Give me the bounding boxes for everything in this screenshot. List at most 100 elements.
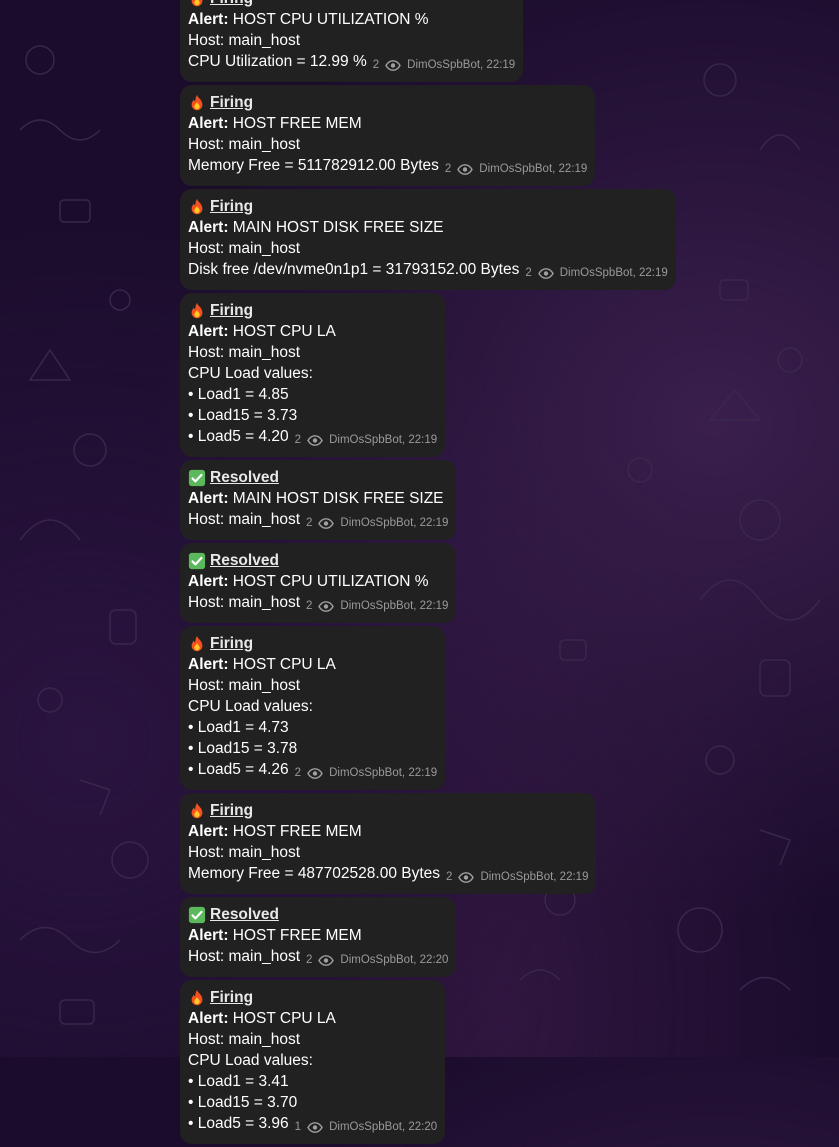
alert-line: Alert: HOST CPU UTILIZATION % [188, 571, 448, 592]
message-line-text: Host: main_host [188, 948, 300, 965]
alert-label: Alert: [188, 573, 229, 590]
status-line: Firing [188, 987, 437, 1008]
view-count: 2 [446, 871, 453, 883]
message-line: Host: main_host [188, 842, 588, 863]
eye-icon [458, 872, 475, 883]
message-bubble[interactable]: Firing Alert: HOST FREE MEM Host: main_hos… [180, 793, 597, 894]
author-time: DimOsSpbBot, 22:20 [329, 1121, 438, 1133]
message-line-text: • Load1 = 4.73 [188, 719, 289, 736]
message-line-text: • Load1 = 3.41 [188, 1073, 289, 1090]
alert-name: HOST CPU LA [232, 1010, 336, 1027]
alert-label: Alert: [188, 1010, 229, 1027]
alert-line: Alert: HOST CPU LA [188, 654, 437, 675]
message-bubble[interactable]: Firing Alert: HOST FREE MEM Host: main_hos… [180, 85, 596, 186]
message-line: Host: main_host [188, 342, 437, 363]
message-feed[interactable]: FiringAlert: HOST CPU UTILIZATION %Host:… [180, 0, 700, 1147]
eye-icon [318, 518, 335, 529]
message-line-text: • Load15 = 3.70 [188, 1094, 298, 1111]
check-mark-icon [188, 469, 206, 487]
message-bubble[interactable]: Firing Alert: HOST CPU LA Host: main_host C… [180, 980, 446, 1144]
status-line: Firing [188, 196, 668, 217]
status-label: Firing [210, 198, 254, 215]
alert-label: Alert: [188, 490, 229, 507]
message-line: • Load15 = 3.70 [188, 1092, 437, 1113]
message-meta: 2 DimOsSpbBot, 22:20 [306, 950, 448, 971]
alert-line: Alert: HOST FREE MEM [188, 821, 588, 842]
alert-line: Alert: HOST CPU UTILIZATION % [188, 9, 515, 30]
eye-icon [307, 768, 323, 779]
message-line: • Load15 = 3.73 [188, 405, 437, 426]
alert-line: Alert: HOST FREE MEM [188, 925, 448, 946]
message-line: Disk free /dev/nvme0n1p1 = 31793152.00 B… [188, 259, 668, 284]
message-line-text: CPU Load values: [188, 698, 313, 715]
message-line: Host: main_host [188, 134, 587, 155]
status-line: Firing [188, 92, 587, 113]
fire-icon [188, 635, 206, 653]
check-mark-icon [188, 552, 206, 570]
message-bubble[interactable]: FiringAlert: HOST CPU UTILIZATION % Host:… [180, 0, 524, 82]
message-line-text: • Load5 = 4.20 [188, 428, 289, 445]
status-label: Firing [210, 635, 254, 652]
message-line: CPU Utilization = 12.99 % 2 DimOsSpbBot, 2… [188, 51, 515, 76]
alert-label: Alert: [188, 219, 229, 236]
view-count: 2 [306, 954, 313, 966]
message-line-text: Host: main_host [188, 344, 300, 361]
message-meta: 1 DimOsSpbBot, 22:20 [295, 1117, 437, 1138]
eye-icon [307, 1122, 323, 1133]
message-bubble[interactable]: Firing Alert: HOST CPU LA Host: main_host C… [180, 293, 446, 457]
message-line: Memory Free = 487702528.00 Bytes 2 DimOsSp… [188, 863, 588, 888]
eye-icon [307, 435, 323, 446]
author-time: DimOsSpbBot, 22:19 [559, 267, 668, 279]
status-line: Firing [188, 300, 437, 321]
fire-icon [188, 0, 206, 8]
message-line: • Load5 = 4.20 2 DimOsSpbBot, 22:19 [188, 426, 437, 451]
message-bubble[interactable]: Firing Alert: HOST CPU LA Host: main_host C… [180, 626, 446, 790]
status-label: Firing [210, 0, 253, 9]
alert-label: Alert: [188, 927, 229, 944]
status-line: Resolved [188, 904, 448, 925]
view-count: 2 [306, 517, 313, 529]
message-line-text: • Load5 = 4.26 [188, 761, 289, 778]
author-time: DimOsSpbBot, 22:19 [480, 871, 589, 883]
message-line: CPU Load values: [188, 363, 437, 384]
message-line-text: • Load1 = 4.85 [188, 386, 289, 403]
view-count: 2 [306, 600, 313, 612]
message-line: Host: main_host 2 DimOsSpbBot, 22:20 [188, 946, 448, 971]
check-mark-icon [188, 906, 206, 924]
status-line: Firing [188, 633, 437, 654]
message-meta: 2 DimOsSpbBot, 22:19 [295, 430, 437, 451]
status-line: Resolved [188, 467, 448, 488]
message-meta: 2 DimOsSpbBot, 22:19 [446, 867, 588, 888]
message-line-text: • Load5 = 3.96 [188, 1115, 289, 1132]
author-time: DimOsSpbBot, 22:19 [479, 163, 588, 175]
view-count: 2 [294, 767, 302, 779]
alert-line: Alert: MAIN HOST DISK FREE SIZE [188, 217, 668, 238]
message-line: CPU Load values: [188, 696, 437, 717]
message-meta: 2 DimOsSpbBot, 22:19 [445, 159, 587, 180]
author-time: DimOsSpbBot, 22:19 [340, 600, 449, 612]
message-meta: 2 DimOsSpbBot, 22:19 [306, 596, 448, 617]
alert-name: MAIN HOST DISK FREE SIZE [232, 219, 444, 236]
message-line-text: Host: main_host [188, 677, 300, 694]
view-count: 2 [525, 267, 532, 279]
message-bubble[interactable]: Firing Alert: MAIN HOST DISK FREE SIZE Hos… [180, 189, 676, 290]
message-line: Host: main_host [188, 675, 437, 696]
message-line-text: Host: main_host [188, 32, 300, 49]
message-meta: 2 DimOsSpbBot, 22:19 [525, 263, 667, 284]
message-bubble[interactable]: Resolved Alert: HOST FREE MEM Host: main_h… [180, 897, 457, 977]
view-count: 2 [372, 59, 380, 71]
status-label: Firing [210, 989, 254, 1006]
message-line: Host: main_host [188, 30, 515, 51]
message-line: CPU Load values: [188, 1050, 437, 1071]
message-line: Host: main_host 2 DimOsSpbBot, 22:19 [188, 509, 448, 534]
message-line-text: Host: main_host [188, 511, 300, 528]
message-bubble[interactable]: Resolved Alert: MAIN HOST DISK FREE SIZE H… [180, 460, 457, 540]
alert-label: Alert: [188, 323, 229, 340]
status-label: Resolved [210, 469, 279, 486]
alert-name: HOST CPU UTILIZATION % [232, 573, 429, 590]
author-time: DimOsSpbBot, 22:20 [340, 954, 449, 966]
message-line: Host: main_host [188, 1029, 437, 1050]
message-line: • Load1 = 4.73 [188, 717, 437, 738]
message-line: Host: main_host 2 DimOsSpbBot, 22:19 [188, 592, 448, 617]
message-bubble[interactable]: Resolved Alert: HOST CPU UTILIZATION % Hos… [180, 543, 457, 623]
